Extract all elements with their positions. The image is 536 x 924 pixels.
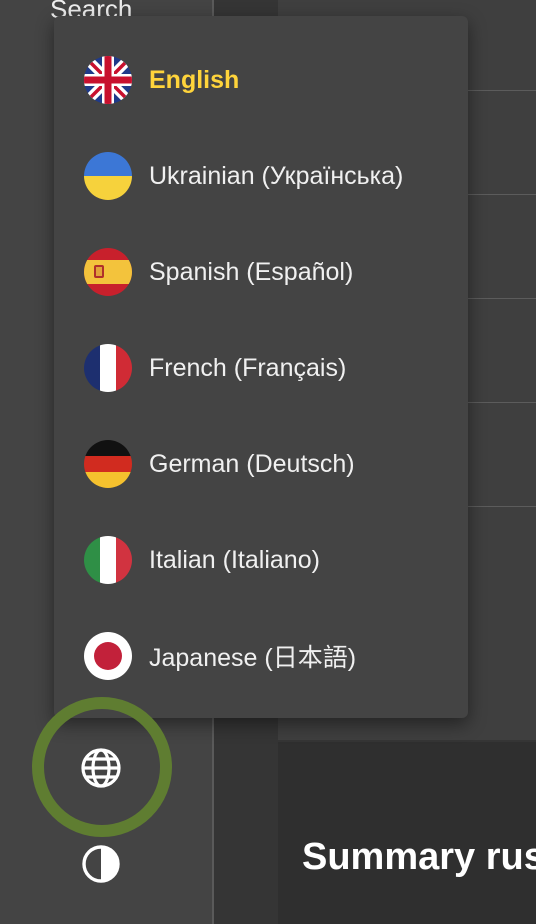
germany-flag-icon (84, 440, 132, 488)
language-label: English (149, 65, 240, 94)
france-flag-icon (84, 344, 132, 392)
italy-flag-icon (84, 536, 132, 584)
contrast-icon (82, 845, 120, 883)
language-option-french[interactable]: French (Français) (54, 320, 468, 416)
language-label: German (Deutsch) (149, 449, 355, 478)
language-button[interactable] (78, 745, 124, 791)
language-label: French (Français) (149, 353, 347, 382)
language-menu: English Ukrainian (Українська) Spanish (… (54, 16, 468, 718)
language-label: Spanish (Español) (149, 257, 354, 286)
theme-toggle-button[interactable] (79, 842, 123, 886)
language-option-german[interactable]: German (Deutsch) (54, 416, 468, 512)
japan-flag-icon (84, 632, 132, 680)
language-option-english[interactable]: English (54, 32, 468, 128)
language-option-japanese[interactable]: Japanese (日本語) (54, 608, 468, 704)
spain-flag-icon (84, 248, 132, 296)
language-option-italian[interactable]: Italian (Italiano) (54, 512, 468, 608)
language-label: Japanese (日本語) (149, 644, 357, 672)
language-label: Ukrainian (Українська) (149, 161, 404, 190)
language-option-spanish[interactable]: Spanish (Español) (54, 224, 468, 320)
globe-icon (81, 748, 121, 788)
ukraine-flag-icon (84, 152, 132, 200)
summary-section (278, 742, 536, 924)
language-option-ukrainian[interactable]: Ukrainian (Українська) (54, 128, 468, 224)
language-label: Italian (Italiano) (149, 545, 320, 574)
uk-flag-icon (84, 56, 132, 104)
summary-title: Summary rus (302, 836, 536, 878)
